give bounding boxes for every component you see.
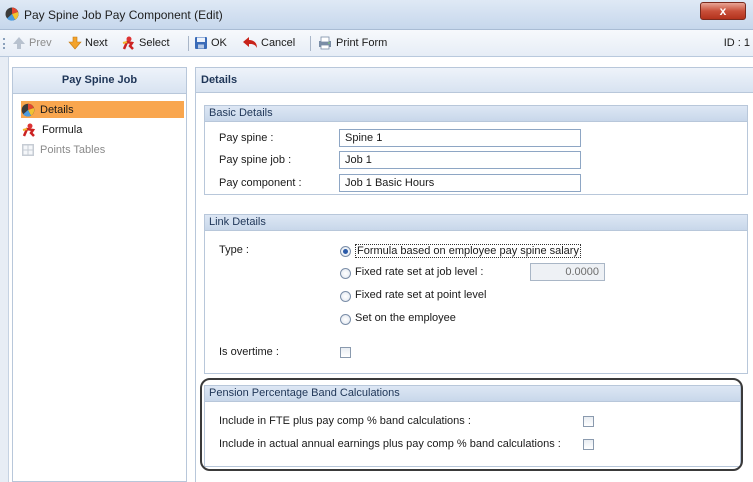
sidebar-item-label: Points Tables [40,143,106,156]
details-header: Details [196,68,753,93]
pay-spine-job-field[interactable]: Job 1 [339,151,581,169]
next-button[interactable]: Next [68,36,108,50]
radio-set-on-employee[interactable] [340,314,351,325]
select-button[interactable]: Select [120,36,170,50]
fte-band-label: Include in FTE plus pay comp % band calc… [219,415,471,427]
pay-spine-label: Pay spine : [219,132,274,144]
radio-fixed-rate-point-label[interactable]: Fixed rate set at point level [355,289,486,301]
basic-details-title: Basic Details [205,106,747,122]
toolbar-separator [188,36,189,51]
link-details-group: Link Details Type : Formula based on emp… [204,214,748,374]
type-label: Type : [219,244,249,256]
points-tables-icon [22,143,34,156]
title-bar: Pay Spine Job Pay Component (Edit) x [0,0,753,30]
radio-formula-based-label[interactable]: Formula based on employee pay spine sala… [355,244,581,258]
toolbar-grip[interactable] [3,38,7,49]
radio-fixed-rate-job-label[interactable]: Fixed rate set at job level : [355,266,483,278]
print-form-icon [319,36,331,50]
sidebar-header: Pay Spine Job [13,68,186,94]
cancel-label: Cancel [261,37,296,49]
ok-label: OK [211,37,227,49]
select-person-icon [122,36,135,50]
window-title: Pay Spine Job Pay Component (Edit) [24,8,223,22]
pay-component-field[interactable]: Job 1 Basic Hours [339,174,581,192]
undo-arrow-icon [243,37,257,48]
save-disk-icon [195,37,207,49]
details-icon [21,103,35,117]
sidebar-item-label: Details [40,103,74,116]
toolbar-separator [310,36,311,51]
radio-set-on-employee-label[interactable]: Set on the employee [355,312,456,324]
cancel-button[interactable]: Cancel [242,36,295,50]
basic-details-group: Basic Details Pay spine : Spine 1 Pay sp… [204,105,748,195]
record-id: ID : 1 [723,37,750,49]
left-edge-strip [0,57,9,482]
sidebar-item-label: Formula [42,123,83,136]
select-label: Select [139,37,170,49]
pension-title: Pension Percentage Band Calculations [205,386,740,402]
pay-spine-field[interactable]: Spine 1 [339,129,581,147]
sidebar-item-details[interactable]: Details [21,101,184,118]
next-label: Next [85,37,108,49]
prev-button[interactable]: Prev [12,36,52,50]
actual-earnings-band-checkbox[interactable] [583,439,594,450]
sidebar-item-formula[interactable]: Formula [21,121,82,138]
radio-fixed-rate-point[interactable] [340,291,351,302]
is-overtime-label: Is overtime : [219,346,279,358]
formula-icon [22,123,36,137]
ok-button[interactable]: OK [194,36,227,50]
pay-component-label: Pay component : [219,177,302,189]
toolbar: Prev Next Select OK Cancel Print Form ID… [0,30,753,57]
down-arrow-icon [68,36,82,50]
sidebar: Pay Spine Job Details Formula Points Tab… [12,67,187,482]
sidebar-item-points-tables[interactable]: Points Tables [21,141,105,158]
print-form-label: Print Form [336,37,388,49]
pay-spine-job-label: Pay spine job : [219,154,292,166]
details-panel: Details Basic Details Pay spine : Spine … [195,67,753,482]
fixed-rate-value-field[interactable]: 0.0000 [530,263,605,281]
link-details-title: Link Details [205,215,747,231]
radio-formula-based[interactable] [340,246,351,257]
print-form-button[interactable]: Print Form [317,36,387,50]
pension-group: Pension Percentage Band Calculations Inc… [204,385,741,467]
radio-fixed-rate-job[interactable] [340,268,351,279]
up-arrow-icon [13,37,25,49]
prev-label: Prev [29,37,52,49]
fte-band-checkbox[interactable] [583,416,594,427]
is-overtime-checkbox[interactable] [340,347,351,358]
actual-earnings-band-label: Include in actual annual earnings plus p… [219,438,561,450]
app-icon [5,7,19,21]
close-button[interactable]: x [700,2,746,20]
